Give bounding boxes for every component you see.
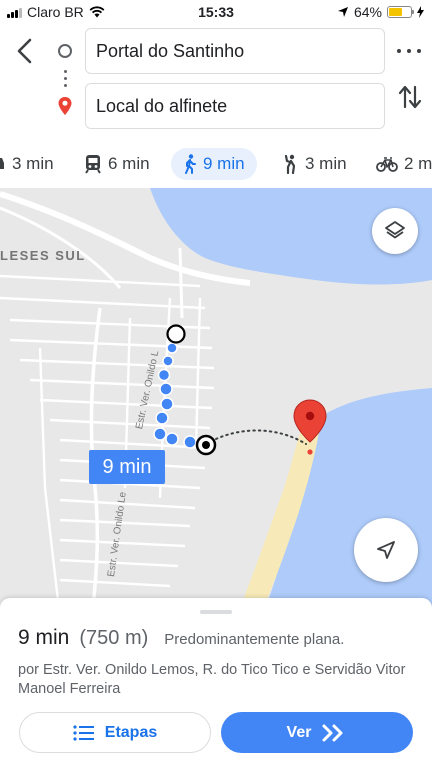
list-icon xyxy=(73,724,94,741)
mode-transit-time: 6 min xyxy=(108,154,150,173)
mode-walk[interactable]: 9 min xyxy=(171,148,257,180)
mode-transit[interactable]: 6 min xyxy=(84,148,150,180)
navigation-arrow-icon xyxy=(377,541,395,559)
mode-walk-time: 9 min xyxy=(203,154,245,173)
mode-car-time: 3 min xyxy=(12,154,54,173)
route-duration: 9 min xyxy=(18,626,70,649)
status-right: 64% xyxy=(337,4,424,20)
sheet-drag-handle[interactable] xyxy=(200,610,232,614)
battery-icon xyxy=(387,6,414,18)
route-time-badge: 9 min xyxy=(89,450,165,484)
ride-hailing-icon xyxy=(284,154,296,174)
swap-icon[interactable] xyxy=(396,82,424,112)
route-via: por Estr. Ver. Onildo Lemos, R. do Tico … xyxy=(18,662,406,697)
origin-field[interactable]: Portal do Santinho xyxy=(85,28,385,74)
destination-pin-icon xyxy=(58,97,72,115)
mode-bike-time: 2 m xyxy=(404,154,432,173)
route-start-marker xyxy=(166,324,186,344)
charging-icon xyxy=(417,6,424,18)
origin-circle-icon xyxy=(58,44,72,58)
route-terrain: Predominantemente plana. xyxy=(164,631,345,648)
bicycle-icon xyxy=(376,157,398,172)
walking-icon xyxy=(185,154,196,174)
route-connector-dots xyxy=(64,70,67,90)
layers-button[interactable] xyxy=(372,208,418,254)
destination-field[interactable]: Local do alfinete xyxy=(85,83,385,129)
route-summary-sheet[interactable]: 9 min (750 m) Predominantemente plana. p… xyxy=(0,598,432,768)
route-summary: 9 min (750 m) Predominantemente plana. xyxy=(18,626,344,650)
steps-button[interactable]: Etapas xyxy=(19,712,211,753)
more-options-icon[interactable] xyxy=(397,46,421,56)
mode-ride[interactable]: 3 min xyxy=(281,148,347,180)
location-arrow-icon xyxy=(337,7,348,17)
walking-route xyxy=(153,342,197,449)
route-distance: (750 m) xyxy=(79,627,149,649)
status-bar: Claro BR 15:33 64% xyxy=(0,0,432,26)
view-button[interactable]: Ver xyxy=(221,712,413,753)
double-chevron-right-icon xyxy=(322,724,343,741)
area-label: LESES SUL xyxy=(0,248,86,263)
battery-percent: 64% xyxy=(353,4,382,20)
view-button-label: Ver xyxy=(286,723,312,741)
train-icon xyxy=(85,155,101,174)
car-icon xyxy=(0,158,4,169)
back-arrow-icon[interactable] xyxy=(12,36,38,66)
mode-ride-time: 3 min xyxy=(305,154,347,173)
mode-car[interactable]: 3 min xyxy=(0,148,54,180)
my-location-button[interactable] xyxy=(354,518,418,582)
travel-mode-bar: 3 min 6 min 9 min 3 min 2 m xyxy=(0,140,432,186)
map-view[interactable]: LESES SUL Estr. Ver. Onildo L Estr. Ver.… xyxy=(0,188,432,618)
steps-button-label: Etapas xyxy=(104,723,158,741)
mode-bike[interactable]: 2 m xyxy=(376,148,432,180)
layers-icon xyxy=(385,221,405,239)
